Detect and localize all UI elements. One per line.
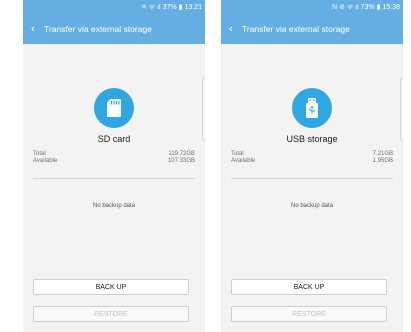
storage-stats: Total 119.72GB Available 107.33GB <box>33 151 195 165</box>
usb-storage-icon <box>292 88 332 128</box>
scroll-indicator <box>202 77 205 141</box>
battery-level: 73% <box>360 3 375 11</box>
divider <box>231 178 393 179</box>
stat-total: Total 7.21GB <box>231 151 393 158</box>
battery-icon: ▮ <box>178 4 183 11</box>
status-bar: N ⊘ ᯤ ıl 73% ▮ 15:38 <box>221 0 403 14</box>
status-icons: ✕ ᯤ ıl <box>140 3 161 11</box>
no-backup-message: No backup data <box>92 203 136 209</box>
total-value: 7.21GB <box>372 151 393 157</box>
total-label: Total <box>231 151 244 157</box>
available-value: 1.95GB <box>372 158 393 164</box>
stat-total: Total 119.72GB <box>33 151 195 158</box>
total-label: Total <box>33 151 46 157</box>
back-arrow-icon[interactable]: ‹ <box>27 23 39 35</box>
status-icons: N ⊘ ᯤ ıl <box>331 3 359 11</box>
available-label: Available <box>33 158 58 164</box>
page-title: Transfer via external storage <box>44 24 152 34</box>
phone-screen-sd-card: ✕ ᯤ ıl 37% ▮ 13:21 ‹ Transfer via extern… <box>23 0 205 332</box>
scroll-indicator <box>400 77 403 141</box>
battery-icon: ▮ <box>376 4 381 11</box>
device-name: SD card <box>97 134 131 144</box>
stat-available: Available 1.95GB <box>231 158 393 165</box>
back-up-button[interactable]: BACK UP <box>231 279 387 295</box>
status-bar: ✕ ᯤ ıl 37% ▮ 13:21 <box>23 0 205 14</box>
page-title: Transfer via external storage <box>242 24 350 34</box>
clock: 13:21 <box>184 3 202 11</box>
available-label: Available <box>231 158 256 164</box>
main-content: USB storage Total 7.21GB Available 1.95G… <box>221 44 403 332</box>
storage-stats: Total 7.21GB Available 1.95GB <box>231 151 393 165</box>
device-name: USB storage <box>286 134 338 144</box>
battery-level: 37% <box>162 3 177 11</box>
sd-card-icon <box>94 88 134 128</box>
clock: 15:38 <box>382 3 400 11</box>
app-bar: ‹ Transfer via external storage <box>221 14 403 44</box>
back-arrow-icon[interactable]: ‹ <box>225 23 237 35</box>
restore-button[interactable]: RESTORE <box>33 306 189 322</box>
phone-screen-usb-storage: N ⊘ ᯤ ıl 73% ▮ 15:38 ‹ Transfer via exte… <box>221 0 403 332</box>
main-content: SD card Total 119.72GB Available 107.33G… <box>23 44 205 332</box>
available-value: 107.33GB <box>167 158 195 164</box>
divider <box>33 178 195 179</box>
back-up-button[interactable]: BACK UP <box>33 279 189 295</box>
no-backup-message: No backup data <box>290 203 334 209</box>
app-bar: ‹ Transfer via external storage <box>23 14 205 44</box>
total-value: 119.72GB <box>168 151 195 157</box>
stat-available: Available 107.33GB <box>33 158 195 165</box>
restore-button[interactable]: RESTORE <box>231 306 387 322</box>
